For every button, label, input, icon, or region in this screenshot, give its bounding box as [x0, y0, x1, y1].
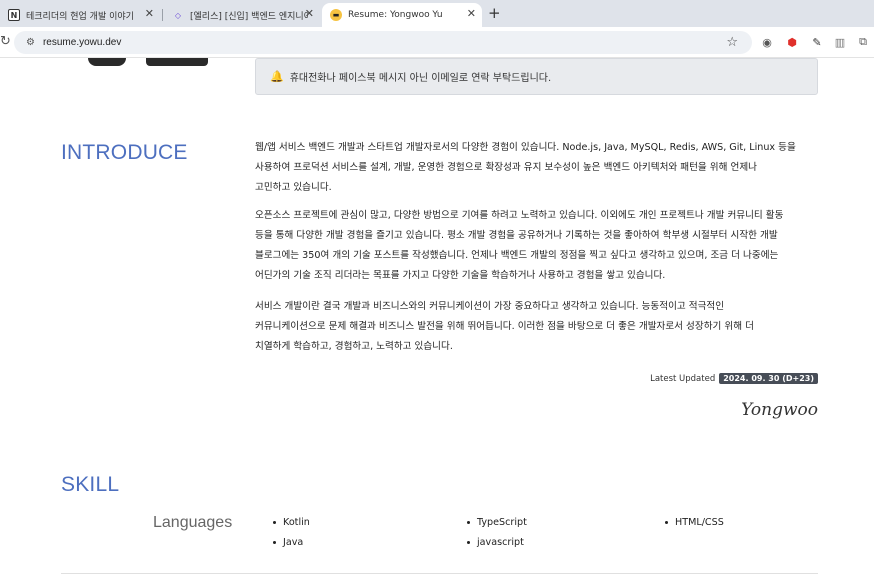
paragraph-line: 커뮤니케이션으로 문제 해결과 비즈니스 발전을 위해 뛰어듭니다. 이러한 점… — [255, 321, 754, 332]
close-icon[interactable]: ✕ — [305, 7, 314, 20]
close-icon[interactable]: ✕ — [467, 7, 476, 20]
bullet-icon — [273, 521, 276, 524]
browser-toolbar: ↻ ⚙ resume.yowu.dev ☆ — [0, 27, 874, 58]
paragraph-line: 사용하여 프로덕션 서비스를 설계, 개발, 운영한 경험으로 확장성과 유지 … — [255, 162, 757, 173]
bullet-icon — [665, 521, 668, 524]
bullet-icon — [467, 521, 470, 524]
google-lens-icon[interactable]: ◉ — [760, 35, 774, 49]
notion-icon: N — [8, 9, 20, 21]
site-settings-icon[interactable]: ⚙ — [26, 37, 35, 48]
tab-title: 테크리더의 현업 개발 이야기 — [26, 11, 134, 22]
tab-strip: N 테크리더의 현업 개발 이야기 ✕ ◇ [엘리스] [신입] 백엔드 엔지니… — [0, 0, 874, 27]
updated-label: Latest Updated — [650, 373, 716, 384]
skill-category-languages: Languages — [153, 514, 233, 531]
adblock-icon[interactable]: ⬢ — [785, 35, 799, 49]
address-bar[interactable]: ⚙ resume.yowu.dev ☆ — [14, 31, 752, 54]
skill-name: Java — [283, 537, 304, 548]
skill-item: javascript — [467, 537, 524, 548]
paragraph-line: 오픈소스 프로젝트에 관심이 많고, 다양한 방법으로 기여를 하려고 노력하고… — [255, 210, 784, 221]
skill-name: javascript — [477, 537, 524, 548]
contact-notice: 🔔 휴대전화나 페이스북 메시지 아닌 이메일로 연락 부탁드립니다. — [255, 58, 818, 95]
bookmark-star-icon[interactable]: ☆ — [726, 35, 738, 50]
sunglasses-emoji-icon: ▬ — [330, 9, 342, 21]
tab-title: [엘리스] [신입] 백엔드 엔지니어 ( — [190, 11, 308, 22]
introduce-title: INTRODUCE — [61, 141, 188, 164]
notice-text: 휴대전화나 페이스북 메시지 아닌 이메일로 연락 부탁드립니다. — [289, 73, 552, 84]
tab-title: Resume: Yongwoo Yu — [348, 10, 443, 20]
close-icon[interactable]: ✕ — [145, 7, 154, 20]
latest-updated: Latest Updated 2024. 09. 30 (D+23) — [650, 373, 818, 384]
paragraph-line: 등을 통해 다양한 개발 경험을 즐기고 있습니다. 평소 개발 경험을 공유하… — [255, 230, 778, 241]
paragraph-line: 블로그에는 350여 개의 기술 포스트를 작성했습니다. 언제나 백엔드 개발… — [255, 250, 779, 261]
new-tab-icon[interactable]: + — [488, 4, 501, 22]
signature: Yongwoo — [741, 400, 818, 420]
introduce-paragraph-3: 서비스 개발이란 결국 개발과 비즈니스와의 커뮤니케이션이 가장 중요하다고 … — [255, 297, 818, 357]
url-text[interactable]: resume.yowu.dev — [43, 37, 121, 48]
eyedropper-icon[interactable]: ✎ — [810, 35, 824, 49]
bullet-icon — [467, 541, 470, 544]
skill-name: TypeScript — [477, 517, 527, 528]
paragraph-line: 웹/앱 서비스 백엔드 개발과 스타트업 개발자로서의 다양한 경험이 있습니다… — [255, 142, 796, 153]
bell-icon: 🔔 — [270, 70, 284, 83]
elice-icon: ◇ — [174, 10, 182, 20]
skill-title: SKILL — [61, 473, 120, 496]
skill-name: Kotlin — [283, 517, 310, 528]
skill-item: HTML/CSS — [665, 517, 724, 528]
section-divider — [61, 573, 818, 574]
reader-icon[interactable]: ▥ — [833, 35, 847, 49]
paragraph-line: 서비스 개발이란 결국 개발과 비즈니스와의 커뮤니케이션이 가장 중요하다고 … — [255, 301, 725, 312]
extensions-icon[interactable]: ⧉ — [856, 35, 870, 49]
profile-photo — [88, 58, 126, 66]
tab-elice[interactable]: ◇ [엘리스] [신입] 백엔드 엔지니어 ( ✕ — [164, 3, 320, 27]
introduce-paragraph-1: 웹/앱 서비스 백엔드 개발과 스타트업 개발자로서의 다양한 경험이 있습니다… — [255, 138, 818, 198]
paragraph-line: 고민하고 있습니다. — [255, 182, 332, 193]
skill-name: HTML/CSS — [675, 517, 724, 528]
paragraph-line: 치열하게 학습하고, 경험하고, 노력하고 있습니다. — [255, 341, 453, 352]
tab-resume[interactable]: ▬ Resume: Yongwoo Yu ✕ — [322, 3, 482, 27]
skill-item: TypeScript — [467, 517, 527, 528]
skill-item: Java — [273, 537, 303, 548]
tab-tech-leader[interactable]: N 테크리더의 현업 개발 이야기 ✕ — [0, 3, 160, 27]
skill-item: Kotlin — [273, 517, 310, 528]
bullet-icon — [273, 541, 276, 544]
paragraph-line: 어딘가의 기술 조직 리더라는 목표를 가지고 다양한 기술을 학습하거나 사용… — [255, 270, 666, 281]
tab-separator — [162, 9, 163, 21]
reload-icon[interactable]: ↻ — [0, 34, 11, 49]
profile-photo — [146, 58, 208, 66]
updated-badge: 2024. 09. 30 (D+23) — [719, 373, 818, 384]
introduce-paragraph-2: 오픈소스 프로젝트에 관심이 많고, 다양한 방법으로 기여를 하려고 노력하고… — [255, 206, 818, 286]
